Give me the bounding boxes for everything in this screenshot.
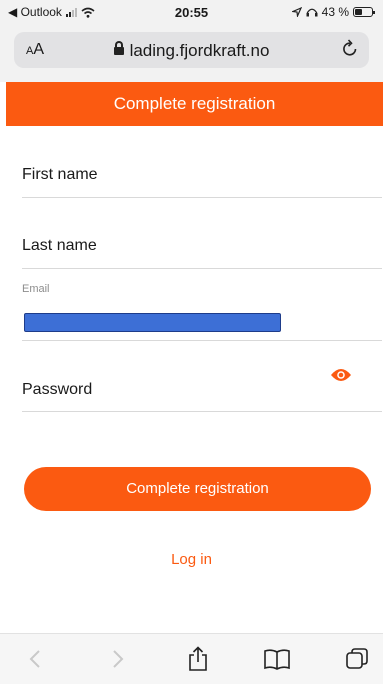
first-name-field[interactable]: First name [22, 163, 382, 198]
back-icon[interactable] [20, 644, 50, 674]
headphones-icon [306, 8, 318, 17]
domain-text: lading.fjordkraft.no [129, 41, 270, 60]
browser-toolbar [0, 633, 383, 684]
address-bar[interactable]: AA lading.fjordkraft.no [14, 32, 369, 68]
reload-icon[interactable] [341, 38, 359, 58]
share-icon[interactable] [183, 644, 213, 674]
first-name-label: First name [22, 166, 98, 183]
redacted-email-value [24, 313, 281, 332]
url-display[interactable]: lading.fjordkraft.no [14, 41, 369, 61]
password-label: Password [22, 381, 93, 398]
password-field[interactable]: Password [22, 358, 382, 412]
login-link[interactable]: Log in [0, 551, 383, 568]
forward-icon[interactable] [103, 644, 133, 674]
bookmarks-icon[interactable] [262, 644, 292, 674]
lock-icon [113, 41, 124, 55]
battery-percent: 43 % [321, 5, 349, 19]
show-password-icon[interactable] [330, 368, 352, 382]
email-label: Email [22, 283, 50, 295]
battery-icon [353, 7, 375, 17]
browser-address-area: AA lading.fjordkraft.no [0, 24, 383, 82]
last-name-label: Last name [22, 237, 97, 254]
last-name-field[interactable]: Last name [22, 235, 382, 269]
complete-registration-button[interactable]: Complete registration [24, 467, 371, 511]
status-right: 43 % [291, 5, 375, 19]
page-header: Complete registration [6, 82, 383, 126]
email-field[interactable]: Email [22, 283, 382, 341]
location-icon [291, 7, 302, 17]
status-bar: ◀ Outlook 20:55 43 % [0, 0, 383, 24]
tabs-icon[interactable] [342, 644, 372, 674]
